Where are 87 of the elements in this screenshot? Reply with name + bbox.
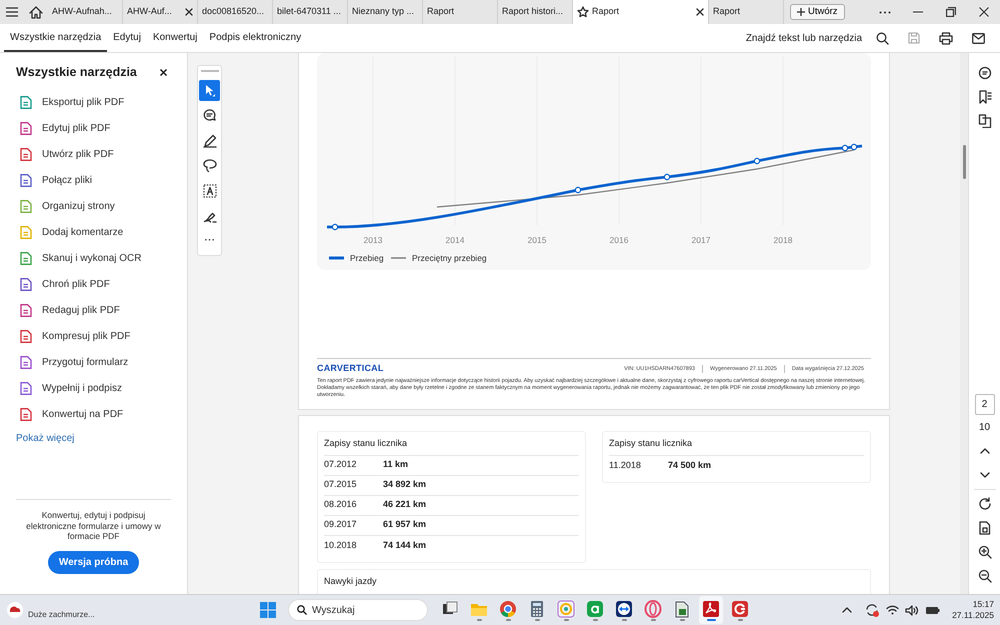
clock-date[interactable]: 27.11.2025 xyxy=(952,610,994,621)
menu-tab[interactable]: Podpis elektroniczny xyxy=(203,24,308,52)
spreadsheet-icon xyxy=(673,600,691,618)
tool-item[interactable]: Dodaj komentarze xyxy=(0,220,187,246)
tool-item[interactable]: Chroń plik PDF xyxy=(0,272,187,298)
tool-item[interactable]: Organizuj strony xyxy=(0,194,187,220)
more-tools-button[interactable]: ⋯ xyxy=(199,230,220,251)
tool-item[interactable]: Wypełnij i podpisz xyxy=(0,376,187,402)
x-axis-label: 2018 xyxy=(774,235,792,245)
card-title: Zapisy stanu licznika xyxy=(609,438,692,448)
record-mileage: 74 144 km xyxy=(383,538,426,552)
x-axis-label: 2016 xyxy=(610,235,628,245)
photo-app-icon xyxy=(557,600,575,618)
tool-item[interactable]: Utwórz plik PDF xyxy=(0,142,187,168)
clock-time[interactable]: 15:17 xyxy=(952,599,994,610)
new-button[interactable]: Utwórz xyxy=(790,4,845,20)
x-axis-label: 2013 xyxy=(364,235,382,245)
section-title: Nawyki jazdy xyxy=(324,576,377,586)
record-date: 10.2018 xyxy=(324,538,358,552)
taskbar-search-field[interactable]: Wyszukaj xyxy=(312,602,412,618)
calculator-icon xyxy=(528,600,546,618)
record-date: 07.2012 xyxy=(324,458,358,472)
scrollbar-thumb[interactable] xyxy=(962,145,966,179)
data-point xyxy=(332,224,338,230)
x-axis-label: 2015 xyxy=(528,235,546,245)
search-icon xyxy=(297,605,307,615)
taskbar-app-button[interactable] xyxy=(699,596,723,624)
browser-tab[interactable]: Raport xyxy=(573,0,709,24)
page-total: 10 xyxy=(978,421,990,435)
record-date: 08.2016 xyxy=(324,498,358,512)
page-number-field[interactable]: 2 xyxy=(974,394,994,415)
legend-label: Przebieg xyxy=(350,253,384,263)
search-field[interactable]: Wyszukaj xyxy=(288,599,428,621)
battery-icon[interactable] xyxy=(925,605,940,615)
record-mileage: 46 221 km xyxy=(383,498,426,512)
promo-text: Konwertuj, edytuj i podpisuj elektroniczne formularze i umowy w formacie PDF xyxy=(25,510,162,542)
remote-app-icon xyxy=(615,600,633,618)
tool-item[interactable]: Eksportuj plik PDF xyxy=(0,90,187,116)
menu-tab[interactable]: Wszystkie narzędzia xyxy=(4,24,108,52)
record-date: 11.2018 xyxy=(609,458,642,472)
record-mileage: 74 500 km xyxy=(668,458,712,472)
tool-item[interactable]: Konwertuj na PDF xyxy=(0,402,187,428)
text-select-icon xyxy=(202,184,216,198)
pdf-app-icon xyxy=(702,600,720,618)
menu-tab[interactable]: Konwertuj xyxy=(146,24,204,52)
wifi-icon[interactable] xyxy=(886,605,900,615)
star-icon xyxy=(577,6,589,18)
sync-app-icon xyxy=(731,600,749,618)
weather-icon xyxy=(6,601,24,619)
tool-item[interactable]: Skanuj i wykonaj OCR xyxy=(0,246,187,272)
brand-logo: CARVERTICAL xyxy=(317,362,384,375)
data-point xyxy=(574,186,582,194)
pointer-icon xyxy=(204,84,216,97)
sync-icon[interactable] xyxy=(865,603,880,617)
record-mileage: 11 km xyxy=(383,458,408,472)
legend-label: Przeciętny przebieg xyxy=(412,253,487,263)
x-axis-label: 2014 xyxy=(446,235,464,245)
browser-icon xyxy=(499,600,517,618)
data-point xyxy=(664,174,670,180)
weather-text[interactable]: Duże zachmurze... xyxy=(28,609,95,621)
close-icon xyxy=(696,8,704,16)
data-point xyxy=(754,158,760,164)
tool-item[interactable]: Przygotuj formularz xyxy=(0,350,187,376)
data-point xyxy=(850,144,858,150)
panel-title: Wszystkie narzędzia xyxy=(16,64,137,81)
find-label[interactable]: Znajdź tekst lub narzędzia xyxy=(746,30,862,46)
volume-icon[interactable] xyxy=(905,604,920,616)
record-date: 07.2015 xyxy=(324,478,358,492)
close-icon xyxy=(185,8,193,16)
letter-app-icon xyxy=(586,600,604,618)
comment-icon xyxy=(202,108,216,122)
tool-item[interactable]: Redaguj plik PDF xyxy=(0,298,187,324)
card-title: Zapisy stanu licznika xyxy=(324,438,408,448)
data-point xyxy=(842,144,848,152)
record-mileage: 61 957 km xyxy=(383,518,426,532)
menu-tab[interactable]: Edytuj xyxy=(107,24,147,52)
show-more-link[interactable]: Pokaż więcej xyxy=(16,430,74,446)
trial-button[interactable]: Wersja próbna xyxy=(48,551,140,574)
record-mileage: 34 892 km xyxy=(383,478,426,492)
record-date: 09.2017 xyxy=(324,518,358,532)
plus-icon xyxy=(797,8,805,16)
lasso-icon xyxy=(202,158,216,172)
x-axis-label: 2017 xyxy=(692,235,710,245)
pen-icon xyxy=(202,134,216,148)
tool-item[interactable]: Połącz pliki xyxy=(0,168,187,194)
tool-item[interactable]: Edytuj plik PDF xyxy=(0,116,187,142)
tool-item[interactable]: Kompresuj plik PDF xyxy=(0,324,187,350)
